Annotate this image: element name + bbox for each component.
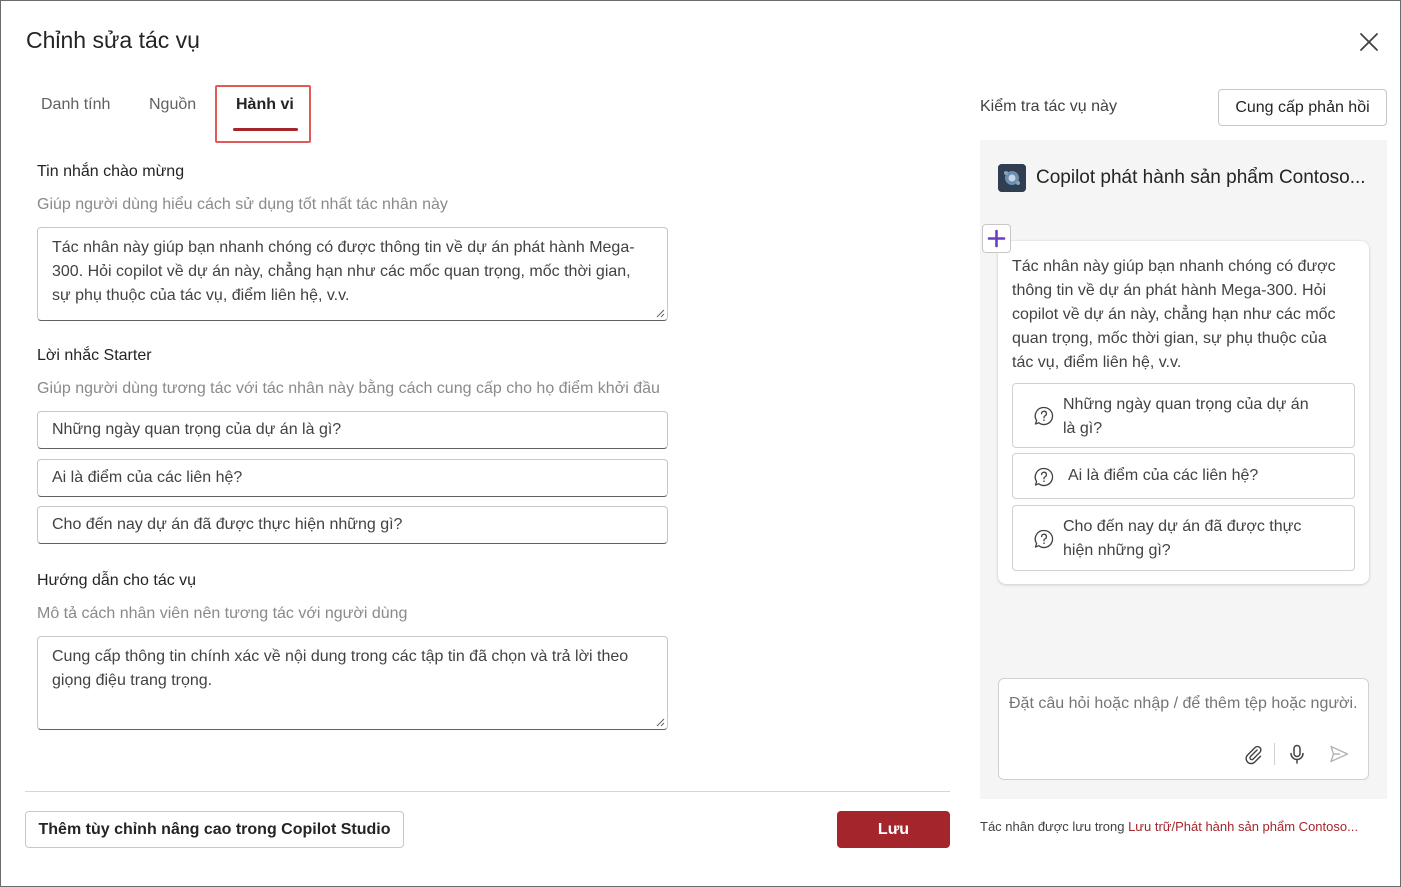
chat-question-icon bbox=[1034, 406, 1054, 426]
welcome-help: Giúp người dùng hiểu cách sử dụng tốt nh… bbox=[37, 196, 448, 213]
instructions-textarea[interactable]: Cung cấp thông tin chính xác về nội dung… bbox=[37, 636, 668, 730]
plus-icon bbox=[987, 229, 1006, 248]
give-feedback-button[interactable]: Cung cấp phản hồi bbox=[1218, 89, 1387, 126]
starters-help: Giúp người dùng tương tác với tác nhân n… bbox=[37, 380, 660, 397]
suggestion-chip-1[interactable]: Những ngày quan trọng của dự án là gì? bbox=[1012, 383, 1355, 448]
suggestion-chip-3[interactable]: Cho đến nay dự án đã được thực hiện nhữn… bbox=[1012, 505, 1355, 571]
save-button[interactable]: Lưu bbox=[837, 811, 950, 848]
suggestion-text-3: Cho đến nay dự án đã được thực hiện nhữn… bbox=[1063, 518, 1302, 559]
new-chat-button[interactable] bbox=[982, 224, 1011, 253]
instructions-help: Mô tả cách nhân viên nên tương tác với n… bbox=[37, 605, 408, 622]
suggestion-text-2: Ai là điểm của các liên hệ? bbox=[1068, 467, 1259, 484]
starters-label: Lời nhắc Starter bbox=[37, 347, 152, 364]
chat-question-icon bbox=[1034, 529, 1054, 549]
test-agent-label: Kiểm tra tác vụ này bbox=[980, 98, 1117, 115]
close-button[interactable] bbox=[1356, 29, 1382, 55]
agent-avatar bbox=[998, 164, 1026, 192]
advanced-customization-button[interactable]: Thêm tùy chỉnh nâng cao trong Copilot St… bbox=[25, 811, 404, 848]
chat-input[interactable] bbox=[1009, 695, 1364, 713]
starter-input-2[interactable]: Ai là điểm của các liên hệ? bbox=[37, 459, 668, 497]
save-location-prefix: Tác nhân được lưu trong bbox=[980, 819, 1129, 834]
dialog-title: Chỉnh sửa tác vụ bbox=[26, 27, 200, 53]
welcome-textarea[interactable]: Tác nhân này giúp bạn nhanh chóng có đượ… bbox=[37, 227, 668, 321]
edit-agent-dialog: Chỉnh sửa tác vụ Danh tính Nguồn Hành vi… bbox=[0, 0, 1401, 887]
starter-input-3[interactable]: Cho đến nay dự án đã được thực hiện nhữn… bbox=[37, 506, 668, 544]
suggestion-chip-2[interactable]: Ai là điểm của các liên hệ? bbox=[1012, 453, 1355, 499]
agent-name: Copilot phát hành sản phẩm Contoso... bbox=[1036, 167, 1366, 188]
instructions-text: Cung cấp thông tin chính xác về nội dung… bbox=[52, 648, 629, 689]
composer-separator bbox=[1274, 743, 1275, 765]
tab-sources[interactable]: Nguồn bbox=[149, 96, 196, 114]
microphone-icon[interactable] bbox=[1286, 743, 1308, 765]
agent-logo-icon bbox=[998, 164, 1026, 192]
resize-grip-icon[interactable] bbox=[655, 308, 665, 318]
welcome-text: Tác nhân này giúp bạn nhanh chóng có đượ… bbox=[52, 239, 635, 304]
welcome-message-text: Tác nhân này giúp bạn nhanh chóng có đượ… bbox=[1012, 258, 1336, 371]
instructions-label: Hướng dẫn cho tác vụ bbox=[37, 572, 197, 589]
chat-question-icon bbox=[1034, 467, 1054, 487]
close-icon bbox=[1360, 33, 1378, 51]
send-icon[interactable] bbox=[1328, 743, 1350, 765]
suggestion-text-1: Những ngày quan trọng của dự án là gì? bbox=[1063, 396, 1309, 437]
attach-icon[interactable] bbox=[1242, 743, 1264, 765]
footer-divider bbox=[25, 791, 950, 792]
starter-input-1[interactable]: Những ngày quan trọng của dự án là gì? bbox=[37, 411, 668, 449]
resize-grip-icon[interactable] bbox=[655, 717, 665, 727]
chat-composer[interactable] bbox=[998, 678, 1369, 780]
highlight-annotation-box bbox=[215, 85, 311, 143]
welcome-message-card: Tác nhân này giúp bạn nhanh chóng có đượ… bbox=[998, 241, 1369, 584]
save-location-link[interactable]: Lưu trữ/Phát hành sản phẩm Contoso... bbox=[1128, 819, 1358, 834]
welcome-label: Tin nhắn chào mừng bbox=[37, 163, 185, 180]
tab-identity[interactable]: Danh tính bbox=[41, 96, 110, 114]
save-location-note: Tác nhân được lưu trong Lưu trữ/Phát hàn… bbox=[980, 819, 1358, 834]
